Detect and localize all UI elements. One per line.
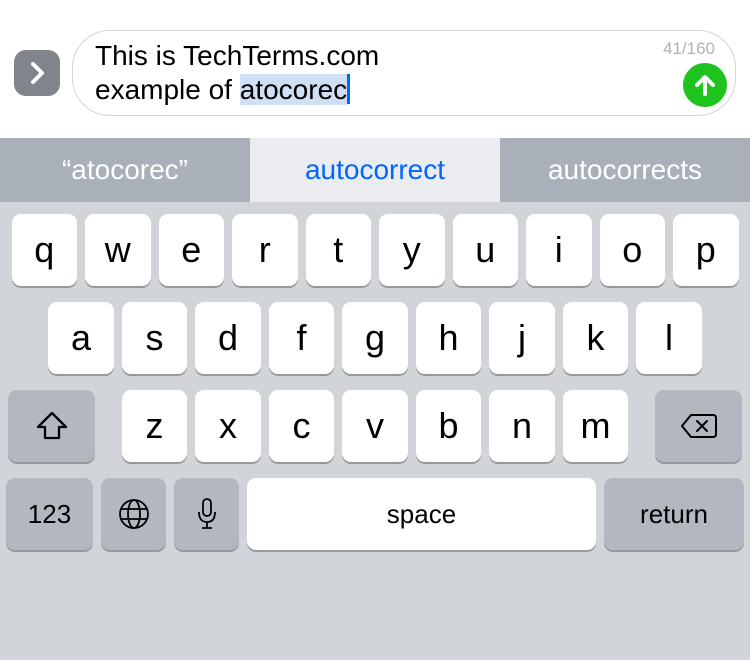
key-n[interactable]: n (489, 390, 555, 462)
message-text: This is TechTerms.com example of atocore… (95, 39, 379, 107)
key-t[interactable]: t (306, 214, 372, 286)
key-h[interactable]: h (416, 302, 482, 374)
key-k[interactable]: k (563, 302, 629, 374)
key-a[interactable]: a (48, 302, 114, 374)
key-w[interactable]: w (85, 214, 151, 286)
key-x[interactable]: x (195, 390, 261, 462)
char-count: 41/160 (663, 39, 715, 59)
shift-icon (36, 411, 68, 441)
globe-icon (117, 497, 151, 531)
mic-icon (195, 496, 219, 532)
backspace-icon (680, 413, 718, 439)
keyboard: q w e r t y u i o p a s d f g h j k l z … (0, 202, 750, 660)
key-p[interactable]: p (673, 214, 739, 286)
suggestion-item[interactable]: autocorrect (250, 138, 500, 202)
key-v[interactable]: v (342, 390, 408, 462)
mic-key[interactable] (174, 478, 239, 550)
key-e[interactable]: e (159, 214, 225, 286)
expand-button[interactable] (14, 50, 60, 96)
key-j[interactable]: j (489, 302, 555, 374)
globe-key[interactable] (101, 478, 166, 550)
key-q[interactable]: q (12, 214, 78, 286)
shift-key[interactable] (8, 390, 95, 462)
key-l[interactable]: l (636, 302, 702, 374)
compose-area: 41/160 This is TechTerms.com example of … (0, 0, 750, 138)
key-y[interactable]: y (379, 214, 445, 286)
send-button[interactable] (683, 63, 727, 107)
key-g[interactable]: g (342, 302, 408, 374)
space-key[interactable]: space (247, 478, 596, 550)
backspace-key[interactable] (655, 390, 742, 462)
return-key[interactable]: return (604, 478, 744, 550)
keyboard-row-1: q w e r t y u i o p (6, 214, 744, 286)
key-s[interactable]: s (122, 302, 188, 374)
keyboard-row-4: 123 space return (6, 478, 744, 550)
suggestion-item[interactable]: “atocorec” (0, 138, 250, 202)
key-b[interactable]: b (416, 390, 482, 462)
suggestion-item[interactable]: autocorrects (500, 138, 750, 202)
numbers-key[interactable]: 123 (6, 478, 93, 550)
text-cursor (347, 74, 350, 104)
keyboard-row-3: z x c v b n m (6, 390, 744, 462)
key-d[interactable]: d (195, 302, 261, 374)
key-z[interactable]: z (122, 390, 188, 462)
message-input[interactable]: 41/160 This is TechTerms.com example of … (72, 30, 736, 116)
key-f[interactable]: f (269, 302, 335, 374)
key-c[interactable]: c (269, 390, 335, 462)
key-r[interactable]: r (232, 214, 298, 286)
arrow-up-icon (694, 73, 716, 97)
key-m[interactable]: m (563, 390, 629, 462)
key-u[interactable]: u (453, 214, 519, 286)
keyboard-row-2: a s d f g h j k l (6, 302, 744, 374)
chevron-right-icon (28, 61, 46, 85)
key-i[interactable]: i (526, 214, 592, 286)
key-o[interactable]: o (600, 214, 666, 286)
highlighted-word: atocorec (240, 74, 347, 105)
suggestion-bar: “atocorec” autocorrect autocorrects (0, 138, 750, 202)
